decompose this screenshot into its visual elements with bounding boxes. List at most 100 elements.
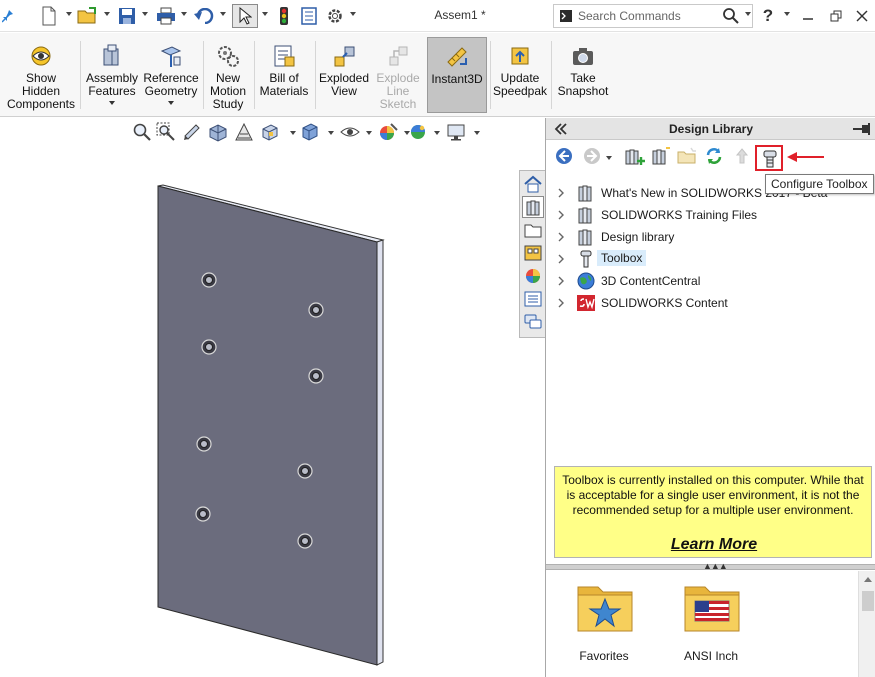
- expand-chevron-icon[interactable]: [558, 298, 564, 308]
- library-folder-view: Favorites ANSI Inch: [546, 571, 858, 677]
- update-speedpak-label-line2: Speedpak: [492, 84, 548, 98]
- explode-line-sketch-button[interactable]: Explode Line Sketch: [373, 37, 423, 113]
- tree-item-3d-contentcentral[interactable]: 3D ContentCentral: [554, 270, 869, 292]
- back-arrow-icon[interactable]: [554, 146, 576, 168]
- instant3d-button[interactable]: Instant3D: [427, 37, 487, 113]
- expand-chevron-icon[interactable]: [558, 276, 564, 286]
- tree-item-solidworks-content[interactable]: SOLIDWORKS Content: [554, 292, 869, 314]
- splitter-grip-icon[interactable]: ▲▲▲: [703, 561, 728, 571]
- reference-geometry-button[interactable]: Reference Geometry: [142, 37, 200, 113]
- take-snapshot-button[interactable]: Take Snapshot: [554, 37, 612, 113]
- instant3d-label: Instant3D: [431, 72, 483, 86]
- bill-of-materials-label-line2: Materials: [259, 84, 309, 98]
- new-motion-study-button[interactable]: New Motion Study: [205, 37, 251, 113]
- exploded-view-button[interactable]: Exploded View: [317, 37, 371, 113]
- assembly-features-label-line2: Features: [88, 84, 136, 98]
- custom-properties-tab-icon[interactable]: [522, 288, 544, 310]
- scroll-up-arrow-icon[interactable]: [864, 577, 872, 582]
- update-speedpak-button[interactable]: Update Speedpak: [492, 37, 548, 113]
- take-snapshot-label-line2: Snapshot: [557, 84, 609, 98]
- undo-dropdown-caret[interactable]: [220, 12, 226, 16]
- library-books-icon: [578, 185, 592, 202]
- undo-icon[interactable]: [193, 4, 215, 28]
- title-bar: Assem1 * ?: [0, 0, 875, 32]
- forward-arrow-icon[interactable]: [582, 146, 604, 168]
- add-to-library-icon[interactable]: [624, 146, 646, 168]
- tree-item-label: Toolbox: [597, 250, 647, 266]
- design-library-tab-icon[interactable]: [522, 196, 544, 218]
- tree-item-design-library[interactable]: Design library: [554, 226, 869, 248]
- help-icon[interactable]: ?: [760, 4, 776, 28]
- pin-panel-icon[interactable]: [852, 122, 872, 136]
- folder-favorites[interactable]: Favorites: [564, 579, 644, 669]
- expand-chevron-icon[interactable]: [558, 254, 564, 264]
- search-icon[interactable]: [722, 7, 740, 25]
- expand-chevron-icon[interactable]: [558, 232, 564, 242]
- command-prompt-icon: [560, 10, 572, 22]
- tree-item-label: SOLIDWORKS Content: [601, 296, 728, 310]
- forward-dropdown-caret[interactable]: [606, 156, 612, 160]
- scrollbar-thumb[interactable]: [862, 591, 874, 611]
- minimize-window-icon[interactable]: [798, 4, 818, 28]
- appearances-scenes-tab-icon[interactable]: [522, 265, 544, 287]
- save-icon[interactable]: [116, 4, 138, 28]
- new-dropdown-caret[interactable]: [66, 12, 72, 16]
- traffic-light-rebuild-icon[interactable]: [274, 4, 294, 28]
- print-dropdown-caret[interactable]: [181, 12, 187, 16]
- options-gear-icon[interactable]: [324, 4, 346, 28]
- print-icon[interactable]: [155, 4, 177, 28]
- toolbox-notice-text: Toolbox is currently installed on this c…: [562, 473, 864, 517]
- show-hidden-components-icon: [31, 46, 51, 66]
- open-folder-icon[interactable]: [76, 4, 100, 28]
- hole-feature: [297, 533, 313, 549]
- file-explorer-tab-icon[interactable]: [522, 219, 544, 241]
- show-hidden-components-button[interactable]: Show Hidden Components: [4, 37, 78, 113]
- library-books-icon: [578, 207, 592, 224]
- select-dropdown-caret[interactable]: [262, 12, 268, 16]
- reference-geometry-dropdown-caret[interactable]: [168, 101, 174, 105]
- search-dropdown-caret[interactable]: [745, 12, 751, 16]
- bill-of-materials-button[interactable]: Bill of Materials: [256, 37, 312, 113]
- add-file-location-icon[interactable]: [650, 146, 672, 168]
- select-cursor-icon[interactable]: [232, 4, 258, 28]
- expand-chevron-icon[interactable]: [558, 188, 564, 198]
- file-properties-icon[interactable]: [298, 4, 320, 28]
- ribbon-separator: [254, 41, 255, 109]
- open-dropdown-caret[interactable]: [104, 12, 110, 16]
- hole-feature: [308, 368, 324, 384]
- tree-item-toolbox[interactable]: Toolbox: [554, 248, 869, 270]
- tree-item-label: SOLIDWORKS Training Files: [601, 208, 758, 222]
- plate-part-model[interactable]: [0, 118, 545, 677]
- configure-toolbox-button[interactable]: [755, 145, 783, 171]
- help-dropdown-caret[interactable]: [784, 12, 790, 16]
- tree-item-training-files[interactable]: SOLIDWORKS Training Files: [554, 204, 869, 226]
- panel-splitter[interactable]: ▲▲▲: [546, 561, 875, 571]
- folder-view-scrollbar[interactable]: [858, 571, 875, 677]
- create-new-folder-icon[interactable]: [676, 146, 698, 168]
- expand-chevron-icon[interactable]: [558, 210, 564, 220]
- plate-front-face: [157, 185, 378, 666]
- collapse-panel-icon[interactable]: [554, 123, 568, 135]
- save-dropdown-caret[interactable]: [142, 12, 148, 16]
- options-dropdown-caret[interactable]: [350, 12, 356, 16]
- view-palette-tab-icon[interactable]: [522, 242, 544, 264]
- forum-tab-icon[interactable]: [522, 311, 544, 333]
- document-title: Assem1 *: [434, 8, 486, 22]
- new-document-icon[interactable]: [38, 4, 60, 28]
- assembly-features-button[interactable]: Assembly Features: [84, 37, 140, 113]
- restore-window-icon[interactable]: [826, 4, 846, 28]
- graphics-area[interactable]: [0, 118, 545, 677]
- pin-icon[interactable]: [0, 4, 16, 28]
- folder-ansi-inch[interactable]: ANSI Inch: [671, 579, 751, 669]
- camera-snapshot-icon: [573, 48, 593, 65]
- learn-more-link[interactable]: Learn More: [555, 537, 873, 553]
- ribbon-separator: [551, 41, 552, 109]
- ribbon-separator: [315, 41, 316, 109]
- search-commands-input[interactable]: [578, 7, 718, 25]
- assembly-features-dropdown-caret[interactable]: [109, 101, 115, 105]
- up-one-level-icon[interactable]: [732, 146, 754, 168]
- close-window-icon[interactable]: [852, 4, 872, 28]
- solidworks-resources-tab-home-icon[interactable]: [522, 173, 544, 195]
- search-commands-box[interactable]: [553, 4, 753, 28]
- refresh-icon[interactable]: [704, 146, 726, 168]
